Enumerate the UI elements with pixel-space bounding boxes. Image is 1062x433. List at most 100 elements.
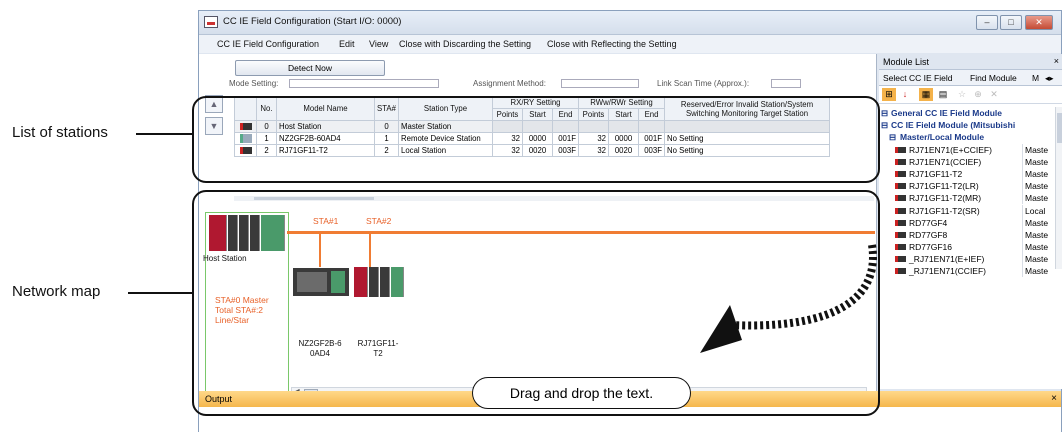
expand-icon[interactable]: ⊟ [889,131,896,143]
module-list-item[interactable]: RJ71GF11-T2(SR) Local [879,204,1055,217]
menu-close-discarding[interactable]: Close with Discarding the Setting [399,39,531,49]
sort-by-type-icon[interactable]: ⊞ [882,88,896,101]
module-icon [895,183,906,190]
module-type: Maste [1022,241,1055,254]
module-type: Maste [1022,216,1055,229]
stations-highlight-frame [192,96,880,183]
view-list-icon[interactable]: ▤ [936,88,950,101]
title-bar: CC IE Field Configuration (Start I/O: 00… [199,11,1061,35]
output-close-button[interactable]: × [1051,393,1057,404]
module-icon [895,256,906,263]
link-scan-time-value [771,79,801,88]
module-list-tabs: Select CC IE Field Find Module M ◂▸ [879,70,1062,86]
tab-select-cc-ie-field[interactable]: Select CC IE Field [883,73,952,83]
module-list-item[interactable]: RJ71GF11-T2 Maste [879,167,1055,180]
menu-close-reflecting[interactable]: Close with Reflecting the Setting [547,39,677,49]
tab-more[interactable]: M [1032,73,1039,83]
assignment-method-select[interactable] [561,79,639,88]
module-type: Maste [1022,228,1055,241]
module-list-item[interactable]: RJ71GF11-T2(MR) Maste [879,192,1055,205]
module-list-close-button[interactable]: × [1054,56,1059,66]
module-type: Maste [1022,253,1055,266]
drag-arrow-icon [700,244,877,353]
drag-and-drop-callout: Drag and drop the text. [472,377,691,409]
module-icon [895,268,906,275]
module-name: _RJ71EN71(E+IEF) [909,254,985,265]
module-category[interactable]: ⊟ General CC IE Field Module [879,107,1055,119]
module-category[interactable]: ⊟ CC IE Field Module (Mitsubishi [879,119,1055,131]
module-name: RJ71GF11-T2 [909,168,963,179]
module-name: CC IE Field Module (Mitsubishi [891,120,1016,131]
module-name: RD77GF4 [909,217,948,228]
module-type: Maste [1022,265,1055,278]
add-favorite-icon[interactable]: ⊕ [971,88,985,101]
callout-network-map: Network map [12,283,101,300]
menu-view[interactable]: View [369,39,388,49]
module-icon [895,244,906,251]
callout-line-stations [136,133,192,135]
sort-az-icon[interactable]: ↓ [898,88,912,101]
module-name: Master/Local Module [900,132,985,143]
tab-find-module[interactable]: Find Module [970,73,1017,83]
module-type: Maste [1022,180,1055,193]
module-icon [895,207,906,214]
close-button[interactable]: ✕ [1025,15,1053,30]
view-mode-icon[interactable]: ▦ [919,88,933,101]
module-icon [895,231,906,238]
menu-edit[interactable]: Edit [339,39,355,49]
module-name: RJ71EN71(E+CCIEF) [909,144,992,155]
minimize-button[interactable]: – [976,15,998,30]
module-name: RD77GF16 [909,242,952,253]
tab-scroll-icon[interactable]: ◂▸ [1045,73,1054,84]
module-icon [895,219,906,226]
module-icon [895,146,906,153]
menu-cc-ie-field-configuration[interactable]: CC IE Field Configuration [217,39,319,49]
app-icon [204,16,218,28]
assignment-method-label: Assignment Method: [473,79,546,88]
module-list-scrollbar[interactable] [1055,107,1062,269]
module-list-item[interactable]: RJ71GF11-T2(LR) Maste [879,180,1055,193]
module-list-toolbar: ⊞ ↓ ▦ ▤ ☆ ⊕ ✕ [879,86,1062,104]
module-name: General CC IE Field Module [891,108,1002,118]
module-list-item[interactable]: RD77GF16 Maste [879,241,1055,254]
module-name: RJ71GF11-T2(MR) [909,193,982,204]
delete-icon[interactable]: ✕ [987,88,1001,101]
module-name: RJ71GF11-T2(SR) [909,205,980,216]
module-list-item[interactable]: RJ71EN71(E+CCIEF) Maste [879,143,1055,156]
mode-setting-label: Mode Setting: [229,79,279,88]
favorite-icon[interactable]: ☆ [955,88,969,101]
callout-line-network [128,292,192,294]
module-type: Maste [1022,167,1055,180]
module-type: Maste [1022,143,1055,156]
detect-now-button[interactable]: Detect Now [235,60,385,76]
module-icon [895,170,906,177]
module-name: _RJ71EN71(CCIEF) [909,266,986,277]
link-scan-time-label: Link Scan Time (Approx.): [657,79,750,88]
callout-list-of-stations: List of stations [12,124,108,141]
module-list-title: Module List [883,57,930,67]
module-type: Local [1022,204,1055,217]
module-icon [895,195,906,202]
module-list-item[interactable]: RD77GF4 Maste [879,216,1055,229]
menu-bar: CC IE Field Configuration Edit View Clos… [199,35,1061,53]
module-category[interactable]: ⊟ Master/Local Module [879,131,1055,143]
module-list-item[interactable]: RJ71EN71(CCIEF) Maste [879,155,1055,168]
module-type: Maste [1022,192,1055,205]
module-list-pane: Module List × Select CC IE Field Find Mo… [879,54,1062,389]
window-title: CC IE Field Configuration (Start I/O: 00… [223,16,402,27]
mode-setting-select[interactable] [289,79,439,88]
module-list-header: Module List × [879,54,1062,70]
module-icon [895,158,906,165]
module-list-item[interactable]: _RJ71EN71(CCIEF) Maste [879,265,1055,278]
maximize-button[interactable]: □ [1000,15,1022,30]
module-type: Maste [1022,155,1055,168]
module-tree: ⊟ General CC IE Field Module ⊟ CC IE Field … [879,107,1055,278]
expand-icon[interactable]: ⊟ [881,107,888,119]
settings-strip: Mode Setting: Assignment Method: Link Sc… [199,78,876,88]
expand-icon[interactable]: ⊟ [881,119,888,131]
module-name: RJ71GF11-T2(LR) [909,181,979,192]
module-list-item[interactable]: _RJ71EN71(E+IEF) Maste [879,253,1055,266]
module-list-item[interactable]: RD77GF8 Maste [879,228,1055,241]
module-name: RJ71EN71(CCIEF) [909,156,982,167]
module-name: RD77GF8 [909,229,948,240]
